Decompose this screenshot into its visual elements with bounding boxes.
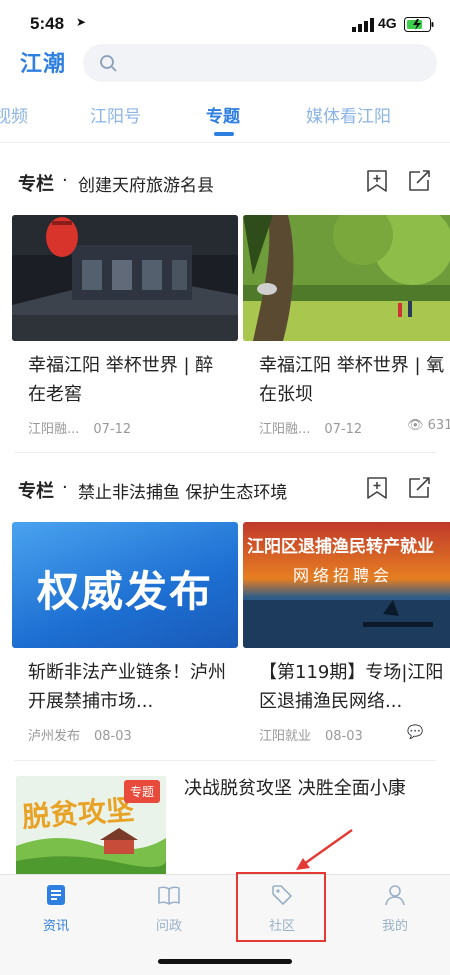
annotation-arrow <box>296 829 353 870</box>
article-thumbnail: 江阳区退捕渔民转产就业 网络招聘会 <box>243 522 450 648</box>
section-title[interactable]: 创建天府旅游名县 <box>78 171 214 196</box>
article-meta: 泸州发布 08-03 <box>28 725 132 744</box>
article-title: 斩断非法产业链条！泸州开展禁捕市场... <box>28 662 226 712</box>
feature-image-caption: 脱贫攻坚 <box>21 793 136 834</box>
article-source: 江阳就业 <box>259 729 312 744</box>
topic-badge: 专题 <box>123 780 160 803</box>
eye-icon: 👁 <box>407 418 424 433</box>
active-tab-indicator <box>214 132 234 136</box>
article-thumbnail <box>243 215 450 341</box>
highlight-annotation-box <box>236 872 326 942</box>
location-arrow-icon: ➤ <box>76 15 87 29</box>
network-type: 4G <box>378 15 397 31</box>
thumbnail-subcaption: 网络招聘会 <box>293 566 394 585</box>
view-count: 👁 631 <box>407 418 450 433</box>
share-icon[interactable] <box>406 168 432 194</box>
article-meta: 江阳融... 07-12 👁 631 <box>259 418 450 437</box>
article-thumbnail <box>12 215 238 341</box>
book-icon <box>158 886 180 905</box>
signal-icon <box>352 18 374 32</box>
subscribe-icon[interactable] <box>364 475 390 501</box>
section-header: 专栏 · 禁止非法捕鱼 保护生态环境 <box>0 469 450 509</box>
nav-inquiry[interactable]: 问政 <box>124 875 214 945</box>
article-date: 08-03 <box>94 729 132 744</box>
view-count-value: 631 <box>427 418 450 433</box>
tab-jiangyang-hao[interactable]: 江阳号 <box>90 102 141 127</box>
article-source: 江阳融... <box>259 422 311 437</box>
feature-title[interactable]: 决战脱贫攻坚 决胜全面小康 <box>184 774 440 803</box>
section-header: 专栏 · 创建天府旅游名县 <box>0 162 450 202</box>
subscribe-icon[interactable] <box>364 168 390 194</box>
share-icon[interactable] <box>406 475 432 501</box>
home-indicator[interactable] <box>158 959 292 964</box>
search-input[interactable] <box>83 44 437 82</box>
search-icon <box>100 55 117 72</box>
person-icon <box>385 885 405 906</box>
article-source: 泸州发布 <box>28 729 81 744</box>
nav-label: 我的 <box>381 919 408 934</box>
comment-icon: 💬 <box>407 725 424 740</box>
section-dot: · <box>62 170 68 191</box>
nav-me[interactable]: 我的 <box>350 875 440 945</box>
channel-tabs: 视频 江阳号 专题 媒体看江阳 <box>0 96 450 140</box>
divider <box>0 142 450 143</box>
app-header: 江潮 <box>0 42 450 84</box>
section-tag: 专栏 <box>18 481 54 502</box>
status-time: 5:48 <box>30 14 65 33</box>
nav-label: 问政 <box>155 919 182 934</box>
feature-thumbnail[interactable]: 脱贫攻坚 专题 <box>16 776 166 876</box>
nav-label: 资讯 <box>42 919 69 934</box>
section-dot: · <box>62 477 68 498</box>
tab-media-jiangyang[interactable]: 媒体看江阳 <box>306 102 391 127</box>
news-icon <box>47 885 65 905</box>
article-title: 【第119期】专场|江阳区退捕渔民网络... <box>259 662 444 712</box>
article-title: 幸福江阳 举杯世界 | 醉在老窖 <box>28 355 214 405</box>
app-logo: 江潮 <box>20 52 67 77</box>
section-tag: 专栏 <box>18 174 54 195</box>
section-title[interactable]: 禁止非法捕鱼 保护生态环境 <box>78 478 287 503</box>
divider <box>14 760 436 761</box>
status-bar: 5:48 ➤ 4G <box>0 0 450 44</box>
battery-icon <box>404 17 434 32</box>
nav-news[interactable]: 资讯 <box>11 875 101 945</box>
article-thumbnail: 权威发布 <box>12 522 238 648</box>
article-meta: 江阳就业 08-03 💬 <box>259 725 423 744</box>
article-meta: 江阳融... 07-12 <box>28 418 131 437</box>
tab-topics[interactable]: 专题 <box>206 102 240 127</box>
thumbnail-caption: 权威发布 <box>36 567 213 616</box>
divider <box>14 452 436 453</box>
article-title: 幸福江阳 举杯世界 | 氧在张坝 <box>259 355 445 405</box>
thumbnail-caption: 江阳区退捕渔民转产就业 <box>247 537 434 557</box>
article-date: 07-12 <box>324 422 363 437</box>
article-source: 江阳融... <box>28 422 80 437</box>
tab-video[interactable]: 视频 <box>0 102 28 127</box>
article-date: 08-03 <box>325 729 363 744</box>
article-date: 07-12 <box>93 422 132 437</box>
